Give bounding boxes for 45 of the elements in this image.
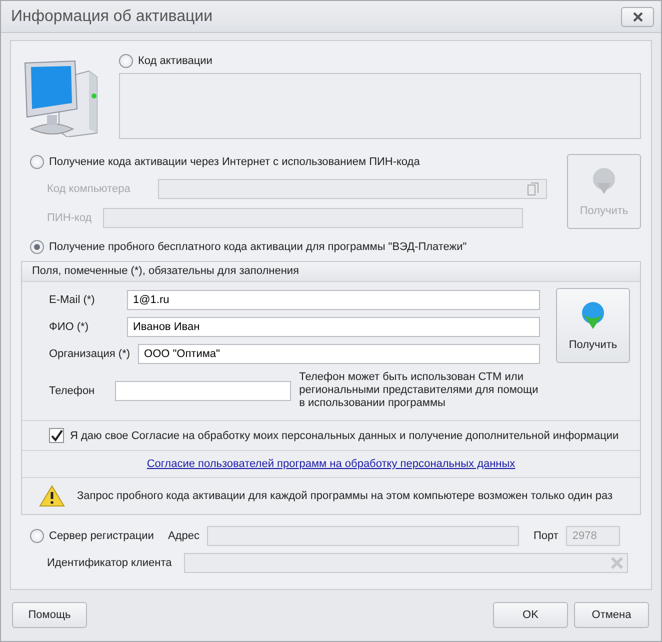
warning-icon	[39, 485, 65, 507]
activation-code-field[interactable]	[119, 73, 641, 139]
field-label: ФИО (*)	[49, 321, 90, 333]
radio-button[interactable]	[30, 240, 44, 254]
radio-button[interactable]	[119, 54, 133, 68]
field-label: Идентификатор клиента	[47, 557, 172, 569]
group-header: Поля, помеченные (*), обязательны для заполнения	[22, 262, 640, 282]
help-button[interactable]: Помощь	[12, 602, 87, 628]
globe-icon	[591, 166, 617, 196]
copy-icon[interactable]	[527, 182, 540, 196]
cancel-button[interactable]: Отмена	[574, 602, 649, 628]
ok-button[interactable]: OK	[493, 602, 568, 628]
input-field[interactable]: ООО "Оптима"	[138, 344, 540, 364]
consent-link[interactable]: Согласие пользователей программ на обработку персональных данных	[146, 458, 516, 470]
input-field[interactable]	[184, 553, 628, 573]
field-label: ПИН-код	[47, 212, 92, 224]
checkbox[interactable]	[49, 428, 64, 443]
input-field[interactable]	[115, 380, 292, 400]
field-label: Организация (*)	[49, 348, 130, 360]
radio-button[interactable]	[30, 155, 44, 169]
globe-icon	[580, 300, 606, 330]
clear-icon[interactable]	[610, 556, 624, 570]
field-label: E-Mail (*)	[49, 294, 96, 306]
checkbox-label[interactable]: Я даю свое Согласие на обработку моих персональных данных и получение дополнительной информации	[70, 430, 619, 442]
input-field[interactable]: 1@1.ru	[127, 290, 540, 310]
phone-note: Телефон может быть использован СТМ или региональными представителями для помощи в использовании программы	[299, 371, 540, 410]
radio-button[interactable]	[30, 529, 44, 543]
field-label: Телефон	[49, 384, 96, 396]
input-field[interactable]: Иванов Иван	[127, 317, 540, 337]
warning-text: Запрос пробного кода активации для каждой программы на этом компьютере возможен только один раз	[77, 490, 613, 502]
close-button[interactable]	[621, 6, 654, 26]
field-label: Порт	[533, 530, 558, 542]
field-label: Код компьютера	[47, 183, 130, 195]
input-field[interactable]	[102, 208, 523, 228]
get-button[interactable]: Получить	[556, 288, 630, 363]
field-label: Адрес	[168, 530, 200, 542]
computer-icon	[23, 59, 99, 137]
input-field[interactable]	[207, 526, 520, 546]
close-icon	[632, 12, 644, 22]
input-field[interactable]	[158, 179, 548, 199]
radio-label[interactable]: Получение кода активации через Интернет с использованием ПИН-кода	[49, 156, 420, 168]
window-title: Информация об активации	[11, 8, 213, 26]
radio-label[interactable]: Сервер регистрации	[49, 530, 154, 542]
radio-label[interactable]: Код активации	[138, 55, 212, 67]
radio-label[interactable]: Получение пробного бесплатного кода активации для программы "ВЭД-Платежи"	[49, 241, 467, 253]
